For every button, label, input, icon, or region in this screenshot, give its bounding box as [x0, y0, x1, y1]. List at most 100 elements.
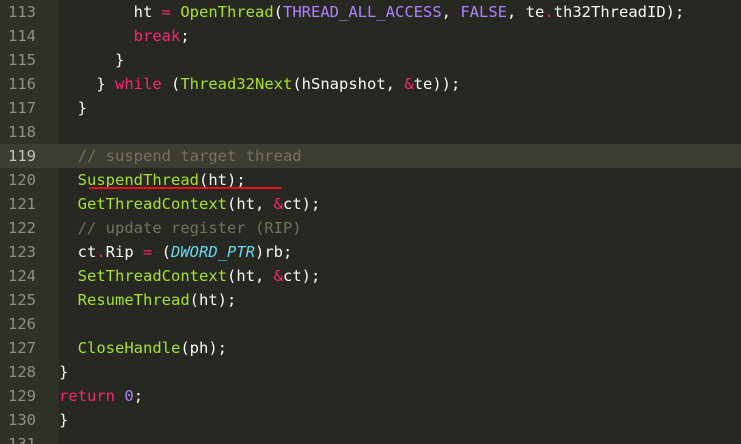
code-text: }	[59, 48, 124, 72]
code-token: SetThreadContext	[77, 267, 227, 285]
code-token: &	[404, 75, 414, 93]
code-line[interactable]: 125 ResumeThread(ht);	[0, 288, 741, 312]
code-token: ct);	[283, 267, 321, 285]
line-number: 121	[8, 195, 36, 213]
code-token: te));	[413, 75, 461, 93]
line-number: 122	[8, 219, 36, 237]
code-token: ht	[59, 3, 162, 21]
code-line[interactable]: 127 CloseHandle(ph);	[0, 336, 741, 360]
code-token: .	[96, 243, 106, 261]
code-token: CloseHandle	[77, 339, 181, 357]
code-token: Thread32Next	[180, 75, 293, 93]
code-line[interactable]: 123 ct.Rip = (DWORD_PTR)rb;	[0, 240, 741, 264]
code-token: &	[273, 195, 283, 213]
line-number: 123	[8, 243, 36, 261]
code-text: // suspend target thread	[59, 144, 302, 168]
code-line[interactable]: 131	[0, 432, 741, 444]
line-number: 130	[8, 411, 36, 429]
line-number: 116	[8, 75, 36, 93]
code-token: OpenThread	[180, 3, 274, 21]
line-number: 131	[8, 435, 36, 444]
code-line[interactable]: 114 break;	[0, 24, 741, 48]
code-line[interactable]: 113 ht = OpenThread(THREAD_ALL_ACCESS, F…	[0, 0, 741, 24]
code-token: Rip	[105, 243, 143, 261]
code-text: }	[59, 96, 87, 120]
code-token: }	[59, 51, 125, 69]
code-token: ;	[180, 27, 190, 45]
code-token: }	[59, 75, 115, 93]
code-token: // update register (RIP)	[77, 219, 302, 237]
code-token: ResumeThread	[77, 291, 190, 309]
code-line[interactable]: 130}	[0, 408, 741, 432]
code-token: while	[115, 75, 162, 93]
code-token: .	[544, 3, 554, 21]
code-token: (	[152, 243, 172, 261]
line-number: 127	[8, 339, 36, 357]
code-token: =	[143, 243, 153, 261]
code-line[interactable]: 129 return 0;	[0, 384, 741, 408]
code-line[interactable]: 119 // suspend target thread	[0, 144, 741, 168]
code-token: }	[59, 411, 69, 429]
line-number: 129	[8, 387, 36, 405]
code-token: (ph);	[180, 339, 227, 357]
line-number: 128	[8, 363, 36, 381]
line-number: 120	[8, 171, 36, 189]
code-token: (ht,	[226, 267, 274, 285]
code-text: SetThreadContext(ht, &ct);	[59, 264, 321, 288]
code-token: &	[273, 267, 283, 285]
code-editor[interactable]: 113 ht = OpenThread(THREAD_ALL_ACCESS, F…	[0, 0, 741, 444]
code-token: , te	[507, 3, 545, 21]
code-text: ct.Rip = (DWORD_PTR)rb;	[59, 240, 293, 264]
code-text: ht = OpenThread(THREAD_ALL_ACCESS, FALSE…	[59, 0, 685, 24]
code-line[interactable]: 121 GetThreadContext(ht, &ct);	[0, 192, 741, 216]
code-text: CloseHandle(ph);	[59, 336, 227, 360]
code-token: THREAD_ALL_ACCESS	[283, 3, 442, 21]
code-token: (ht,	[226, 195, 274, 213]
line-number: 126	[8, 315, 36, 333]
code-text: }	[59, 408, 68, 432]
red-underline-annotation	[89, 187, 282, 189]
code-token: (	[161, 75, 181, 93]
code-token: ct);	[283, 195, 321, 213]
code-line[interactable]: 122 // update register (RIP)	[0, 216, 741, 240]
code-text: } while (Thread32Next(hSnapshot, &te));	[59, 72, 460, 96]
code-line[interactable]: 118	[0, 120, 741, 144]
code-line[interactable]: 116 } while (Thread32Next(hSnapshot, &te…	[0, 72, 741, 96]
line-number: 118	[8, 123, 36, 141]
line-number: 119	[0, 144, 59, 168]
code-text: return 0;	[59, 384, 143, 408]
code-token: )rb;	[255, 243, 293, 261]
code-line[interactable]: 124 SetThreadContext(ht, &ct);	[0, 264, 741, 288]
code-token: ,	[441, 3, 461, 21]
code-token: DWORD_PTR	[171, 243, 256, 261]
code-token: // suspend target thread	[77, 147, 302, 165]
code-line[interactable]: 117 }	[0, 96, 741, 120]
line-number: 115	[8, 51, 36, 69]
code-token: return	[59, 387, 115, 405]
line-number: 114	[8, 27, 36, 45]
code-token: GetThreadContext	[77, 195, 227, 213]
code-token: }	[59, 363, 69, 381]
code-token: }	[59, 99, 87, 117]
code-line[interactable]: 115 }	[0, 48, 741, 72]
code-text: ResumeThread(ht);	[59, 288, 237, 312]
code-token: ct	[59, 243, 97, 261]
line-number: 124	[8, 267, 36, 285]
code-line[interactable]: 126	[0, 312, 741, 336]
line-number: 125	[8, 291, 36, 309]
code-text: break;	[59, 24, 190, 48]
code-token: FALSE	[460, 3, 507, 21]
code-token: (	[273, 3, 284, 21]
code-line[interactable]: 128}	[0, 360, 741, 384]
code-token: th32ThreadID);	[553, 3, 685, 21]
